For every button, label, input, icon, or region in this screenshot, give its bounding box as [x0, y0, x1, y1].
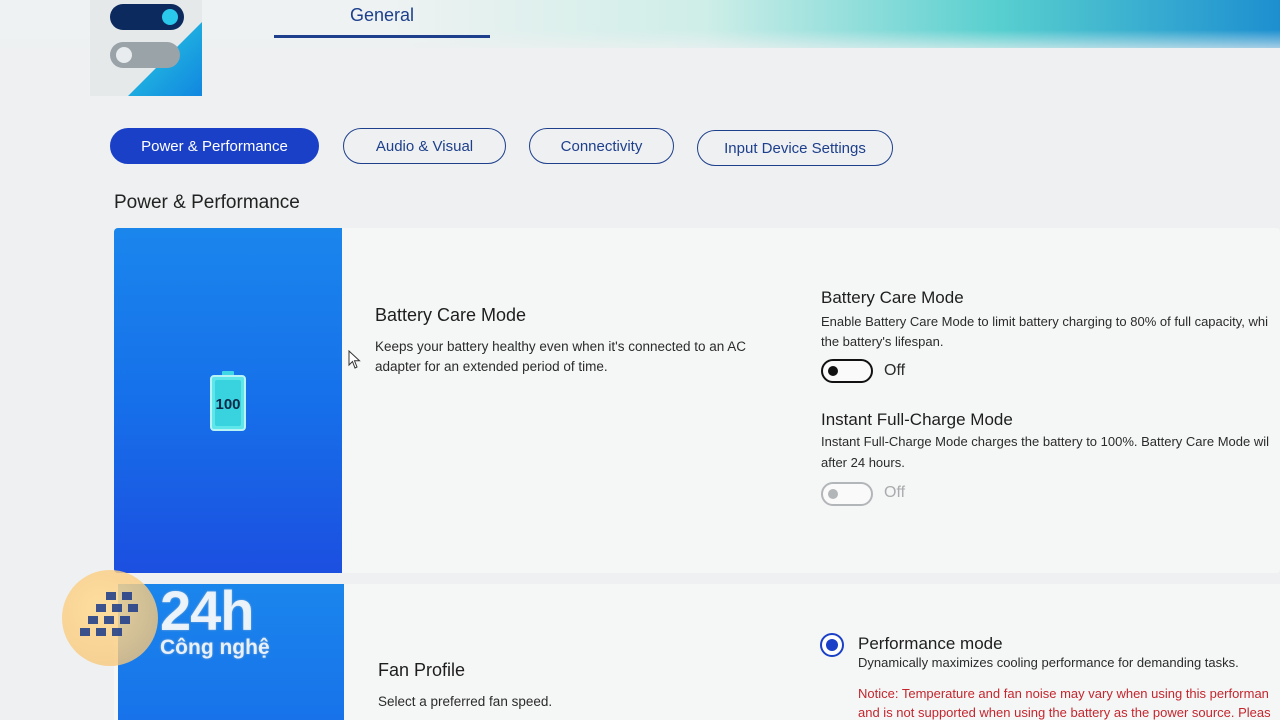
- watermark-subtitle: Công nghệ: [160, 636, 270, 659]
- tab-audio-visual[interactable]: Audio & Visual: [343, 128, 506, 164]
- instant-full-charge-toggle-state: Off: [884, 484, 906, 501]
- battery-care-toggle-state: Off: [884, 362, 906, 379]
- tab-connectivity[interactable]: Connectivity: [529, 128, 674, 164]
- performance-mode-title[interactable]: Performance mode: [858, 634, 1003, 654]
- mouse-cursor-icon: [348, 350, 361, 369]
- battery-care-setting-desc-line1: Enable Battery Care Mode to limit batter…: [821, 314, 1269, 329]
- fan-profile-description: Select a preferred fan speed.: [378, 694, 553, 709]
- instant-full-charge-desc-line1: Instant Full-Charge Mode charges the bat…: [821, 434, 1269, 449]
- battery-care-setting-title: Battery Care Mode: [821, 288, 964, 307]
- performance-mode-notice-line1: Notice: Temperature and fan noise may va…: [858, 686, 1269, 701]
- tab-power-performance[interactable]: Power & Performance: [110, 128, 319, 164]
- watermark-grid-icon: [80, 592, 138, 636]
- fan-profile-heading: Fan Profile: [378, 660, 466, 680]
- battery-care-description-line2: adapter for an extended period of time.: [375, 359, 608, 374]
- logo-toggle-on-icon: [110, 4, 184, 30]
- battery-care-heading: Battery Care Mode: [375, 305, 527, 325]
- instant-full-charge-toggle[interactable]: [821, 482, 873, 506]
- watermark-brand: 24h: [160, 579, 254, 642]
- battery-care-setting-desc-line2: the battery's lifespan.: [821, 334, 944, 349]
- battery-care-toggle[interactable]: [821, 359, 873, 383]
- tab-general[interactable]: General: [274, 0, 490, 38]
- performance-mode-notice-line2: and is not supported when using the batt…: [858, 705, 1271, 720]
- battery-care-description-line1: Keeps your battery healthy even when it'…: [375, 339, 747, 354]
- battery-level: 100: [215, 396, 241, 413]
- performance-mode-radio[interactable]: [820, 633, 844, 657]
- logo-toggle-off-icon: [110, 42, 180, 68]
- section-title: Power & Performance: [114, 192, 300, 213]
- performance-mode-description: Dynamically maximizes cooling performanc…: [858, 655, 1239, 670]
- instant-full-charge-desc-line2: after 24 hours.: [821, 455, 905, 470]
- tab-input-device-settings[interactable]: Input Device Settings: [697, 130, 893, 166]
- instant-full-charge-title: Instant Full-Charge Mode: [821, 410, 1013, 429]
